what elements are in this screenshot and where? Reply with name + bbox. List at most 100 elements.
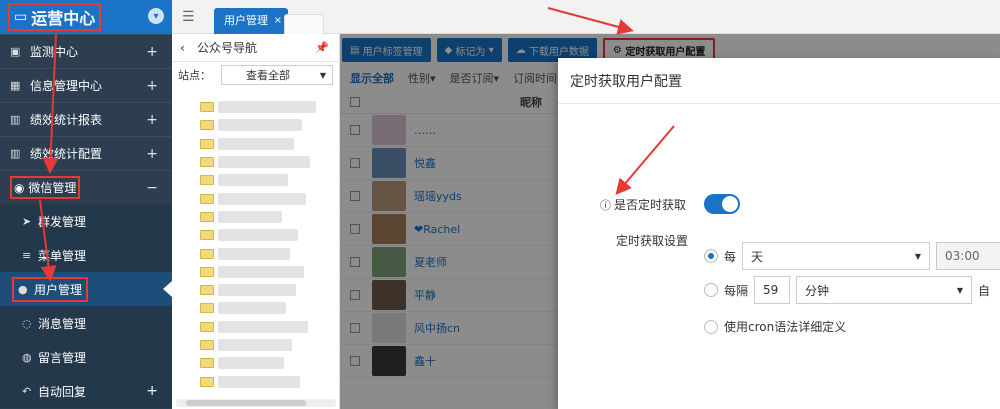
blurred-account-name — [218, 137, 294, 150]
folder-icon — [200, 340, 214, 350]
sidebar-subitem-broadcast[interactable]: ➤ 群发管理 — [0, 204, 172, 238]
folder-icon — [200, 285, 214, 296]
blurred-account-name — [218, 192, 306, 205]
folder-icon — [200, 120, 214, 131]
account-tree — [188, 98, 338, 398]
plus-icon[interactable]: + — [146, 78, 158, 94]
tree-node[interactable] — [188, 372, 338, 390]
cron-label: 使用cron语法详细定义 — [724, 320, 847, 334]
folder-icon — [200, 303, 214, 314]
account-nav-panel: ‹ 公众号导航 📌 站点： 查看全部 ▼ — [172, 34, 340, 409]
caret-down-icon: ▼ — [319, 70, 326, 80]
folder-icon — [200, 211, 214, 222]
interval-input[interactable]: 59 — [754, 276, 791, 304]
interval-unit-select[interactable]: 分钟 ▼ — [796, 276, 973, 304]
site-select[interactable]: 查看全部 ▼ — [221, 65, 333, 85]
schedule-settings-label: 定时获取设置 — [616, 234, 689, 248]
blurred-account-name — [218, 302, 286, 315]
tree-node[interactable] — [188, 189, 338, 207]
sidebar-subitem-menu[interactable]: ≡ 菜单管理 — [0, 238, 172, 272]
tree-node[interactable] — [188, 354, 338, 372]
tree-node[interactable] — [188, 336, 338, 354]
user-icon: ● — [18, 282, 28, 296]
unit-select[interactable]: 天 ▼ — [742, 242, 931, 270]
time-input[interactable]: 03:00 — [936, 242, 1000, 270]
blurred-account-name — [218, 320, 308, 333]
tree-node[interactable] — [188, 135, 338, 153]
menu-toggle-icon[interactable]: ☰ — [182, 9, 195, 25]
minus-icon[interactable]: − — [146, 180, 158, 196]
cron-radio[interactable] — [704, 319, 718, 334]
tree-node[interactable] — [188, 318, 338, 336]
plus-icon[interactable]: + — [146, 112, 158, 128]
tab-user-management[interactable]: 用户管理 × — [214, 8, 288, 34]
chevron-down-icon[interactable]: ▾ — [148, 8, 164, 24]
tab-bar: ☰ 用户管理 × — [172, 0, 1000, 34]
sidebar-item-wechat[interactable]: ◉ 微信管理 − — [0, 170, 172, 204]
tree-node[interactable] — [188, 281, 338, 299]
tree-node[interactable] — [188, 98, 338, 116]
send-icon: ➤ — [22, 214, 32, 228]
sidebar-subitem-messages[interactable]: ◌ 消息管理 — [0, 306, 172, 340]
app-logo[interactable]: ▭ 运营中心 — [8, 3, 102, 31]
sidebar-item-label-box: ◉ 微信管理 — [10, 176, 81, 199]
interval-row: 每隔 59 分钟 ▼ 自 — [704, 276, 990, 304]
folder-icon — [200, 157, 214, 168]
close-icon[interactable]: × — [274, 8, 282, 34]
chevron-left-icon[interactable]: ‹ — [180, 41, 185, 55]
enable-row: ⓘ 是否定时获取 — [600, 196, 686, 213]
sidebar-subitem-label: 留言管理 — [38, 350, 87, 365]
sidebar-item-monitor[interactable]: ▣ 监测中心 + — [0, 34, 172, 68]
tree-node[interactable] — [188, 116, 338, 134]
bar-chart-icon: ▥ — [10, 113, 21, 126]
sidebar: ▭ 运营中心 ▾ ▣ 监测中心 + ▦ 信息管理中心 + ▥ 绩效统计报表 + … — [0, 0, 172, 409]
folder-icon — [200, 248, 214, 259]
tree-node[interactable] — [188, 208, 338, 226]
caret-down-icon: ▼ — [914, 251, 922, 261]
sidebar-item-info-management[interactable]: ▦ 信息管理中心 + — [0, 68, 172, 102]
tree-node[interactable] — [188, 263, 338, 281]
plus-icon[interactable]: + — [146, 44, 158, 60]
tree-node[interactable] — [188, 244, 338, 262]
site-label: 站点： — [178, 69, 211, 82]
every-label: 每 — [724, 249, 737, 264]
wechat-icon: ◉ — [14, 181, 25, 195]
monitor-icon: ▭ — [14, 9, 28, 25]
pin-icon[interactable]: 📌 — [315, 41, 329, 54]
tree-node[interactable] — [188, 153, 338, 171]
sidebar-subitem-comments[interactable]: ◍ 留言管理 — [0, 340, 172, 374]
caret-down-icon: ▼ — [956, 285, 964, 295]
plus-icon[interactable]: + — [146, 383, 158, 399]
plus-icon[interactable]: + — [146, 146, 158, 162]
tree-node[interactable] — [188, 171, 338, 189]
every-radio[interactable] — [704, 249, 718, 263]
blurred-account-name — [218, 156, 310, 169]
interval-label: 每隔 — [724, 283, 749, 298]
sidebar-subitem-auto-reply[interactable]: ↶ 自动回复 + — [0, 374, 172, 408]
tree-node[interactable] — [188, 226, 338, 244]
folder-icon — [200, 376, 214, 387]
horizontal-scrollbar[interactable] — [176, 399, 336, 407]
interval-suffix: 自 — [978, 283, 991, 298]
blurred-account-name — [218, 229, 298, 242]
grid-icon: ▦ — [10, 79, 21, 92]
sidebar-item-label: 绩效统计报表 — [30, 113, 103, 127]
enable-toggle-wrap — [704, 194, 740, 214]
sidebar-subitem-highlight: ● 用户管理 — [12, 276, 89, 302]
enable-toggle[interactable] — [704, 194, 740, 214]
tree-node[interactable] — [188, 299, 338, 317]
schedule-config-modal: 定时获取用户配置 ⓘ 是否定时获取 定时获取设置 每 天 ▼ 03:00 每隔 — [558, 58, 1000, 409]
cron-row: 使用cron语法详细定义 — [704, 318, 846, 335]
sidebar-item-performance-config[interactable]: ▥ 绩效统计配置 + — [0, 136, 172, 170]
interval-radio[interactable] — [704, 283, 718, 297]
monitor-icon: ▣ — [10, 45, 21, 58]
folder-icon — [200, 138, 214, 149]
sidebar-subitem-users[interactable]: ● 用户管理 — [0, 272, 172, 306]
blurred-account-name — [218, 265, 304, 278]
site-filter: 站点： 查看全部 ▼ — [172, 62, 339, 88]
tab-label: 用户管理 — [224, 14, 268, 27]
sidebar-item-performance-report[interactable]: ▥ 绩效统计报表 + — [0, 102, 172, 136]
list-icon: ≡ — [22, 248, 32, 262]
sidebar-subitem-label: 菜单管理 — [38, 248, 87, 263]
blurred-account-name — [218, 174, 288, 187]
